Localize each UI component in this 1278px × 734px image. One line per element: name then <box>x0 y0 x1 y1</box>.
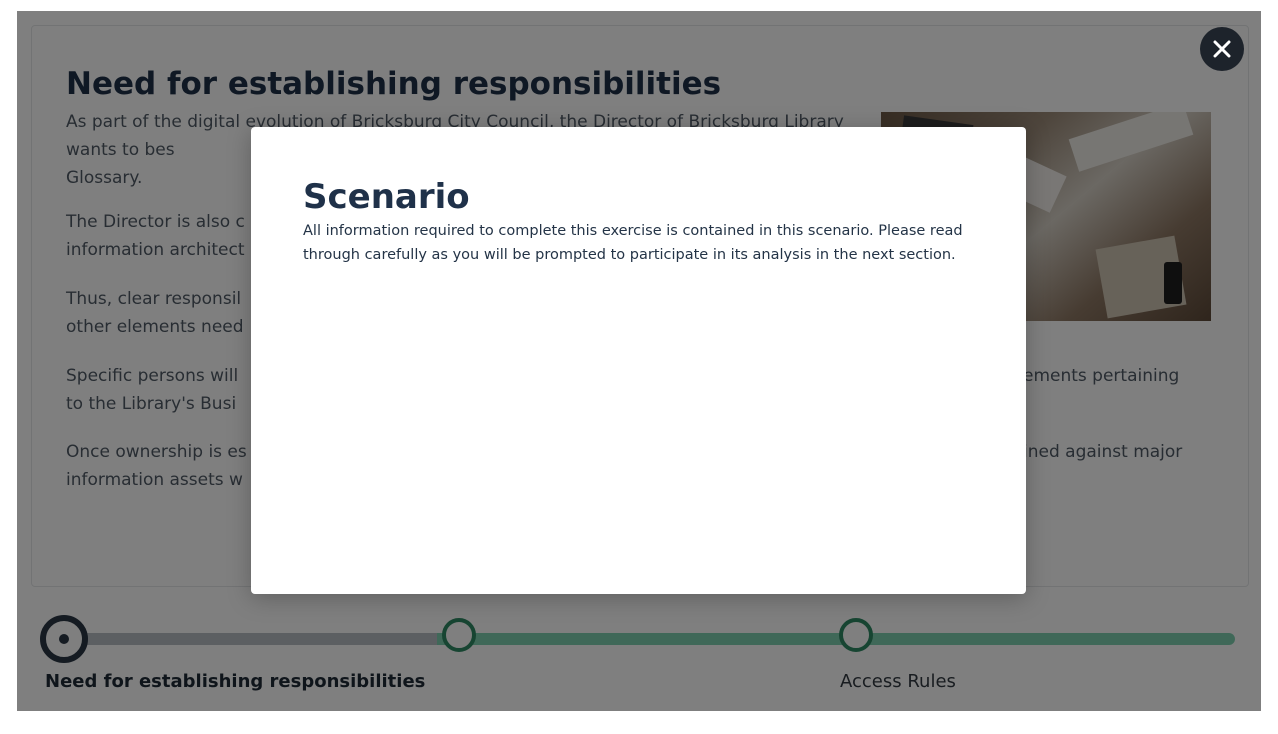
close-icon <box>1213 40 1231 58</box>
close-button[interactable] <box>1200 27 1244 71</box>
scenario-modal: Scenario All information required to com… <box>251 127 1026 594</box>
modal-title: Scenario <box>303 177 470 217</box>
modal-body: All information required to complete thi… <box>303 223 963 263</box>
lesson-frame: Need for establishing responsibilities A… <box>17 11 1261 711</box>
